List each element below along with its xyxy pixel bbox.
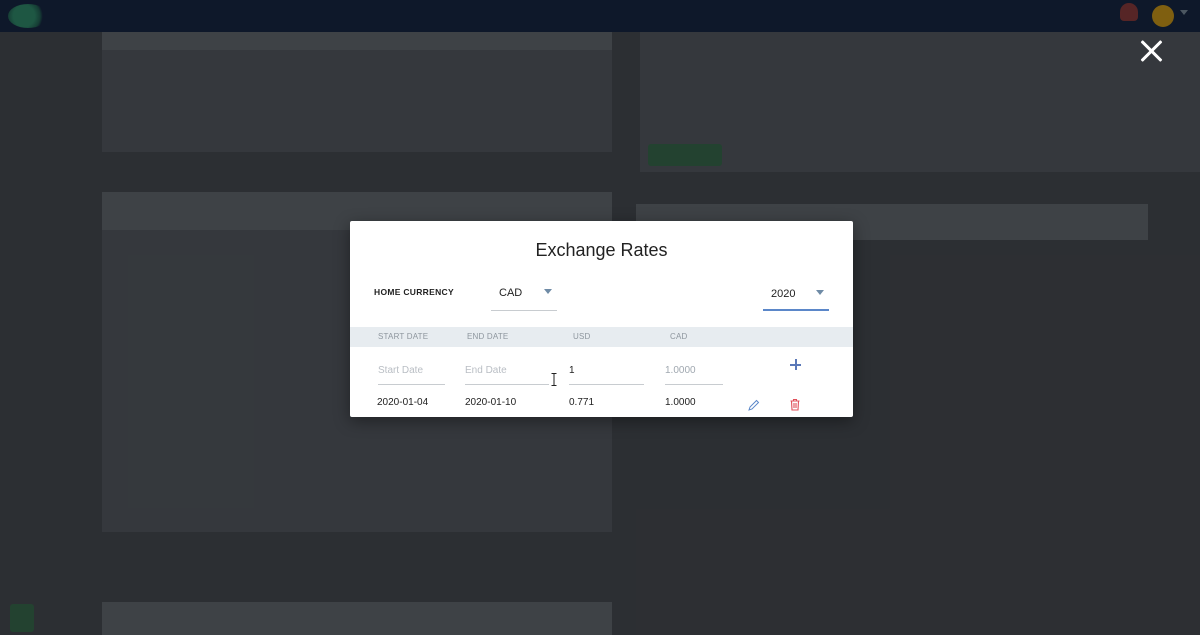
year-select[interactable]: 2020 bbox=[763, 283, 829, 311]
row-usd-rate: 0.771 bbox=[569, 397, 595, 408]
end-date-field[interactable] bbox=[465, 360, 549, 385]
start-date-field[interactable] bbox=[378, 360, 445, 385]
dialog-title: Exchange Rates bbox=[535, 240, 668, 260]
column-header-start-date: START DATE bbox=[378, 332, 429, 341]
chevron-down-icon bbox=[816, 290, 824, 295]
column-header-usd: USD bbox=[573, 332, 591, 341]
end-date-input[interactable] bbox=[465, 360, 549, 380]
usd-rate-input[interactable] bbox=[569, 360, 644, 380]
plus-icon[interactable] bbox=[790, 359, 801, 370]
row-start-date: 2020-01-04 bbox=[377, 397, 429, 408]
cad-rate-field[interactable] bbox=[665, 360, 723, 385]
home-currency-label: HOME CURRENCY bbox=[374, 287, 454, 297]
home-currency-value: CAD bbox=[499, 287, 523, 299]
column-header-end-date: END DATE bbox=[467, 332, 509, 341]
row-end-date: 2020-01-10 bbox=[465, 397, 517, 408]
column-header-cad: CAD bbox=[670, 332, 688, 341]
start-date-input[interactable] bbox=[378, 360, 445, 380]
home-currency-select[interactable]: CAD bbox=[491, 281, 557, 311]
usd-rate-field[interactable] bbox=[569, 360, 644, 385]
chevron-down-icon bbox=[544, 289, 552, 294]
exchange-rates-dialog: Exchange Rates HOME CURRENCY CAD 2020 ST… bbox=[350, 221, 853, 417]
row-cad-rate: 1.0000 bbox=[665, 397, 696, 408]
cad-rate-input[interactable] bbox=[665, 360, 723, 380]
trash-icon[interactable] bbox=[789, 398, 801, 411]
year-value: 2020 bbox=[771, 288, 796, 300]
pencil-icon[interactable] bbox=[748, 399, 760, 411]
rates-table-header: START DATE END DATE USD CAD bbox=[350, 327, 853, 347]
text-cursor-icon bbox=[551, 373, 557, 386]
close-icon[interactable] bbox=[1138, 38, 1164, 64]
